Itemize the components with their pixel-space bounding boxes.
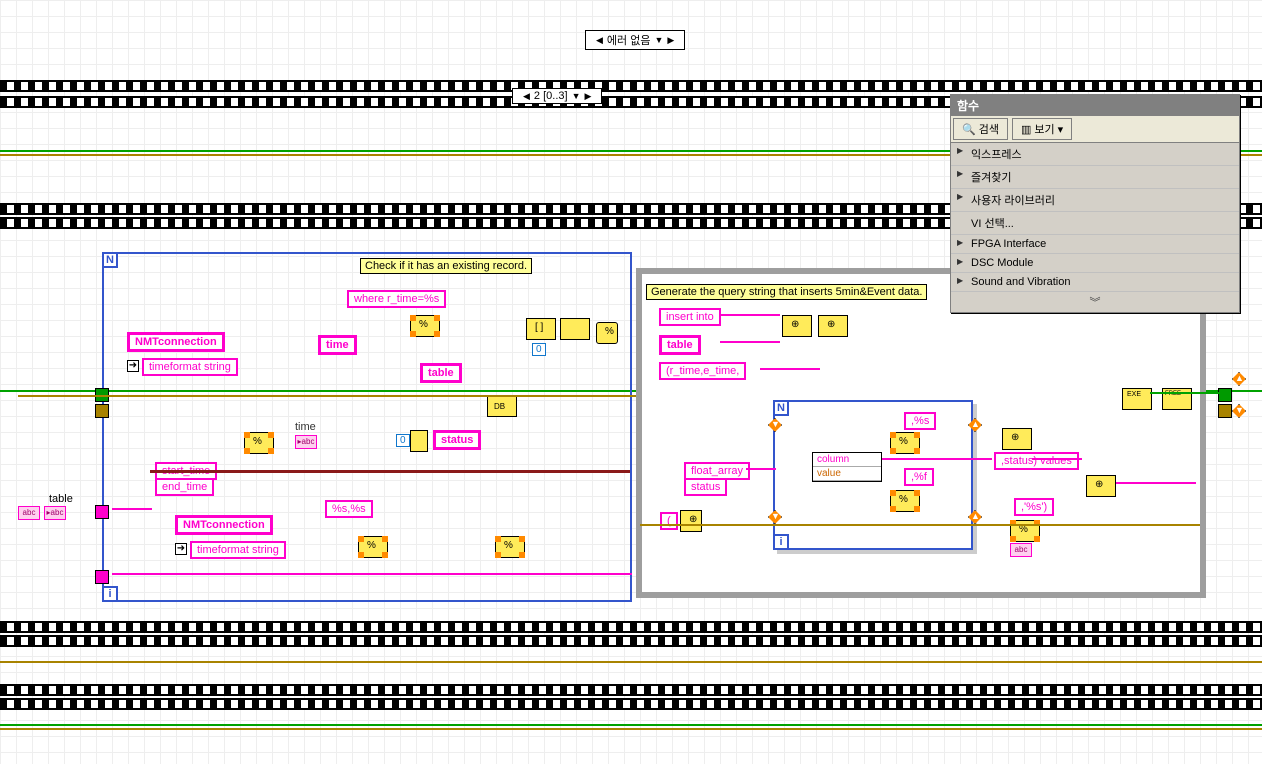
view-icon: ▥ <box>1021 123 1031 136</box>
timeformat-2: timeformat string <box>190 541 286 559</box>
greater-than <box>596 322 618 344</box>
table-label: table <box>44 492 78 506</box>
tunnel-gold <box>95 404 109 418</box>
out-terminal: abc <box>1010 543 1032 557</box>
array-size <box>526 318 556 340</box>
nmt-connection-2: NMTconnection <box>175 515 273 535</box>
w-cluster <box>150 470 630 473</box>
path-arrow-2: ➜ <box>175 543 187 555</box>
wr5 <box>882 458 992 460</box>
tunnel-pink2 <box>95 570 109 584</box>
unbundle-by-name: column value <box>812 452 882 482</box>
w-gold-mid <box>18 395 638 397</box>
palette-item-express[interactable]: 익스프레스 <box>951 143 1239 166</box>
format-f <box>890 490 920 512</box>
wr1 <box>720 314 780 316</box>
table-indicator: ▸abc <box>44 506 66 520</box>
palette-view-button[interactable]: ▥ 보기 ▾ <box>1012 118 1072 140</box>
palette-title[interactable]: 함수 <box>951 95 1239 116</box>
format-into-string-1 <box>244 432 274 454</box>
search-icon: 🔍 <box>962 123 976 136</box>
loop-N: N <box>102 252 118 268</box>
time-const: time <box>318 335 357 355</box>
path-arrow-1: ➜ <box>127 360 139 372</box>
concat-4 <box>1086 475 1116 497</box>
chevron-down-icon: ▾ <box>1058 123 1064 136</box>
palette-expand[interactable]: ︾ <box>951 292 1239 312</box>
time-text: time <box>295 421 316 433</box>
tunnel-pink1 <box>95 505 109 519</box>
palette-item-dsc[interactable]: DSC Module <box>951 254 1239 273</box>
db-execute <box>1122 388 1152 410</box>
concat-paren <box>680 510 702 532</box>
functions-palette[interactable]: 함수 🔍 검색 ▥ 보기 ▾ 익스프레스 즐겨찾기 사용자 라이브러리 VI 선… <box>950 94 1240 313</box>
tunnel-green-r <box>1218 388 1232 402</box>
palette-search-button[interactable]: 🔍 검색 <box>953 118 1008 140</box>
unbundle-column: column <box>813 453 881 467</box>
inner-I: i <box>773 534 789 550</box>
open-paren: ( <box>660 512 678 530</box>
palette-item-userlib[interactable]: 사용자 라이브러리 <box>951 189 1239 212</box>
close-fmt: ,'%s') <box>1014 498 1054 516</box>
cols-const: (r_time,e_time, <box>659 362 746 380</box>
table-terminal: abc <box>18 506 40 520</box>
nmt-connection-1: NMTconnection <box>127 332 225 352</box>
timeformat-1: timeformat string <box>142 358 238 376</box>
w-pink-bottom <box>112 573 632 575</box>
time-terminal: ▸abc <box>295 435 317 449</box>
concat-1 <box>782 315 812 337</box>
palette-list: 익스프레스 즐겨찾기 사용자 라이브러리 VI 선택... FPGA Inter… <box>951 143 1239 292</box>
wr6 <box>1032 458 1082 460</box>
db-select <box>487 395 517 417</box>
palette-item-selectvi[interactable]: VI 선택... <box>951 212 1239 235</box>
wr3 <box>760 368 820 370</box>
end-time: end_time <box>155 478 214 496</box>
palette-search-label: 검색 <box>979 121 999 137</box>
wr4 <box>746 468 776 470</box>
concat-2 <box>818 315 848 337</box>
shift-outer-dn <box>1232 404 1246 418</box>
w1 <box>112 508 152 510</box>
pct-s: ,%s <box>904 412 936 430</box>
comment-generate-query: Generate the query string that inserts 5… <box>646 284 927 300</box>
comment-check-record: Check if it has an existing record. <box>360 258 532 274</box>
shift-outer-up <box>1232 372 1246 386</box>
wr7 <box>1116 482 1196 484</box>
palette-item-sound[interactable]: Sound and Vibration <box>951 273 1239 292</box>
index-array-status <box>410 430 428 452</box>
pct-f: ,%f <box>904 468 934 486</box>
insert-into: insert into <box>659 308 721 326</box>
table-const-left: table <box>420 363 462 383</box>
inner-N: N <box>773 400 789 416</box>
status-values: ,status) values <box>994 452 1079 470</box>
palette-view-label: 보기 <box>1034 121 1054 137</box>
fmt-pair: %s,%s <box>325 500 373 518</box>
loop-I: i <box>102 586 118 602</box>
format-where <box>410 315 440 337</box>
zero-status-idx: 0 <box>396 434 410 447</box>
status-const: status <box>433 430 481 450</box>
zero-const: 0 <box>532 343 546 356</box>
concat-3 <box>1002 428 1032 450</box>
unbundle-value: value <box>813 467 881 481</box>
palette-item-fpga[interactable]: FPGA Interface <box>951 235 1239 254</box>
wr2 <box>720 341 780 343</box>
format-into-string-2 <box>358 536 388 558</box>
where-rtime: where r_time=%s <box>347 290 446 308</box>
palette-item-favorites[interactable]: 즐겨찾기 <box>951 166 1239 189</box>
wr-green <box>1150 392 1220 394</box>
status-right: status <box>684 478 727 496</box>
index-array <box>560 318 590 340</box>
wr-gold <box>640 524 1200 526</box>
table-const-right: table <box>659 335 701 355</box>
format-into-string-3 <box>495 536 525 558</box>
format-s <box>890 432 920 454</box>
tunnel-gold-r <box>1218 404 1232 418</box>
